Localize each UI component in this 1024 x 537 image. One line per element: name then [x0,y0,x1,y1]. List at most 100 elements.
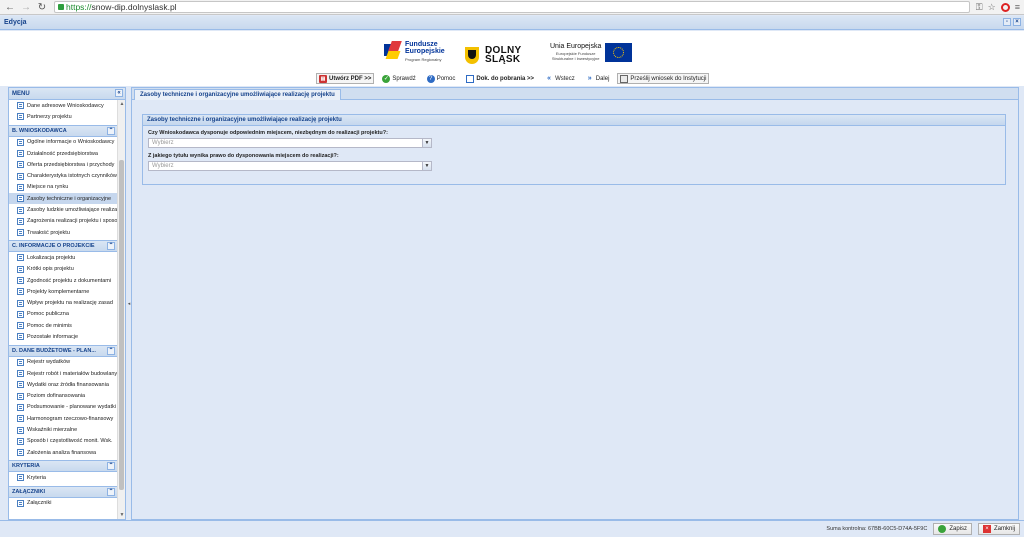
sidebar-item[interactable]: Projekty komplementarne [9,286,117,297]
splitter-arrow-icon[interactable]: ◂ [128,301,131,307]
form-fieldset: Zasoby techniczne i organizacyjne umożli… [142,114,1006,185]
sidebar-scrollbar[interactable]: ▲ ▼ [117,100,125,519]
sidebar-section-header[interactable]: KRYTERIA ⌃ [9,460,117,473]
browser-toolbar: ← → ↻ https://snow-dip.dolnyslask.pl ⚿ ☆… [0,0,1024,15]
tab-zasoby-techniczne[interactable]: Zasoby techniczne i organizacyjne umożli… [134,89,341,100]
scroll-up-icon[interactable]: ▲ [118,100,125,108]
sidebar-item[interactable]: Zagrożenia realizacji projektu i sposoby [9,216,117,227]
sidebar-section-header[interactable]: C. INFORMACJE O PROJEKCIE ⌃ [9,240,117,253]
sidebar-section-header[interactable]: D. DANE BUDŻETOWE - PLAN... ⌃ [9,344,117,357]
menu-icon[interactable]: ≡ [1015,2,1020,12]
form-page-icon [17,499,24,507]
sidebar-item[interactable]: Zasoby techniczne i organizacyjne [9,193,117,205]
back-button[interactable]: « Wstecz [542,73,578,84]
key-icon[interactable]: ⚿ [976,2,983,13]
collapse-section-icon[interactable]: ⌃ [107,487,115,496]
scroll-thumb[interactable] [119,160,124,490]
help-button[interactable]: ? Pomoc [424,73,459,84]
sidebar-item[interactable]: Sposób i częstotliwość monit. Wsk. [9,436,117,447]
form-page-icon [17,254,24,262]
sidebar-item[interactable]: Ogólne informacje o Wnioskodawcy [9,137,117,148]
question-1-select[interactable]: Wybierz ▼ [148,138,432,148]
sidebar-item-label: Założenia analiza finansowa [27,449,97,456]
sidebar-item[interactable]: Podsumowanie - planowane wydatki [9,402,117,413]
question-2-select[interactable]: Wybierz ▼ [148,161,432,171]
unia-europejska-logo: Unia Europejska Europejskie Fundusze Str… [550,43,640,67]
scroll-down-icon[interactable]: ▼ [118,511,125,519]
opera-icon[interactable] [1000,2,1010,12]
sidebar-item[interactable]: Trwałość projektu [9,227,117,238]
sidebar-section-title: D. DANE BUDŻETOWE - PLAN... [12,347,96,354]
sidebar-item[interactable]: Pozostałe informacje [9,331,117,342]
collapse-section-icon[interactable]: ⌃ [107,126,115,135]
forward-arrow-icon[interactable]: → [20,1,32,13]
save-label: Zapisz [949,526,967,532]
sidebar-item[interactable]: Dane adresowe Wnioskodawcy [9,100,117,111]
url-scheme: https:// [66,2,92,12]
sidebar-item-label: Poziom dofinansowania [27,393,86,400]
close-button[interactable]: × Zamknij [977,523,1020,535]
fe-sub: Program Regionalny [405,57,442,62]
send-application-button[interactable]: Prześlij wniosek do Instytucji [617,73,710,84]
sidebar-item[interactable]: Zgodność projektu z dokumentami [9,275,117,286]
sidebar-item[interactable]: Załączniki [9,498,117,509]
sidebar-item[interactable]: Miejsce na rynku [9,182,117,193]
sidebar-item[interactable]: Partnerzy projektu [9,111,117,122]
sidebar-item[interactable]: Oferta przedsiębiorstwa i przychody [9,159,117,170]
sidebar-item[interactable]: Poziom dofinansowania [9,391,117,402]
collapse-sidebar-icon[interactable]: « [115,89,123,97]
save-button[interactable]: Zapisz [933,523,972,535]
sidebar-item[interactable]: Rejestr wydatków [9,357,117,368]
sidebar-item-label: Oferta przedsiębiorstwa i przychody [27,161,115,168]
sidebar-item[interactable]: Wpływ projektu na realizację zasad [9,297,117,308]
collapse-section-icon[interactable]: ⌃ [107,242,115,251]
sidebar-item[interactable]: Pomoc de minimis [9,320,117,331]
dolny-slask-logo: DOLNY ŚLĄSK [465,43,540,67]
chevron-down-icon[interactable]: ▼ [422,162,431,170]
fe-mark-icon [384,41,402,63]
next-button[interactable]: » Dalej [583,73,613,84]
sidebar-item-label: Trwałość projektu [27,229,70,236]
documents-button[interactable]: Dok. do pobrania >> [463,73,537,84]
sidebar-item[interactable]: Pomoc publiczna [9,309,117,320]
check-button[interactable]: ✓ Sprawdź [379,73,418,84]
fundusze-europejskie-logo: Fundusze Europejskie Program Regionalny [384,41,454,66]
help-icon: ? [426,74,435,83]
collapse-section-icon[interactable]: ⌃ [107,346,115,355]
question-2-label: Z jakiego tytułu wynika prawo do dyspono… [148,153,339,159]
eu-title: Unia Europejska [550,43,602,50]
chevron-down-icon[interactable]: ▼ [422,139,431,147]
sidebar-section-header[interactable]: ZAŁĄCZNIKI ⌃ [9,485,117,498]
sidebar-item-label: Rejestr wydatków [27,359,71,366]
sidebar-item[interactable]: Harmonogram rzeczowo-finansowy [9,413,117,424]
star-icon[interactable]: ☆ [988,2,996,13]
next-label: Dalej [595,75,610,82]
window-title: Edycja [4,19,27,26]
close-window-icon[interactable]: × [1013,18,1021,26]
form-page-icon [17,370,24,378]
form-page-icon [17,138,24,146]
fe-line1: Fundusze [405,41,438,48]
sidebar-item-label: Zasoby ludzkie umożliwiające realizację [27,207,117,214]
sidebar-item[interactable]: Zasoby ludzkie umożliwiające realizację [9,204,117,215]
sidebar-item[interactable]: Wydatki oraz źródła finansowania [9,379,117,390]
sidebar-item[interactable]: Kryteria [9,472,117,483]
restore-icon[interactable]: ▫ [1003,18,1011,26]
create-pdf-button[interactable]: ▤ Utwórz PDF >> [316,73,375,84]
sidebar-item[interactable]: Działalność przedsiębiorstwa [9,148,117,159]
form-page-icon [17,217,24,225]
sidebar-item[interactable]: Krótki opis projektu [9,264,117,275]
address-bar[interactable]: https://snow-dip.dolnyslask.pl [54,1,970,13]
collapse-section-icon[interactable]: ⌃ [107,462,115,471]
sidebar-item[interactable]: Lokalizacja projektu [9,252,117,263]
url-host: snow-dip.dolnyslask.pl [91,2,177,12]
lock-icon [58,4,64,10]
ds-line2: ŚLĄSK [485,54,521,65]
sidebar-item[interactable]: Charakterystyka istotnych czynników [9,170,117,181]
sidebar-item[interactable]: Założenia analiza finansowa [9,447,117,458]
reload-icon[interactable]: ↻ [36,1,48,13]
back-arrow-icon[interactable]: ← [4,1,16,13]
sidebar-section-header[interactable]: B. WNIOSKODAWCA ⌃ [9,124,117,137]
sidebar-item[interactable]: Wskaźniki mierzalne [9,424,117,435]
sidebar-item[interactable]: Rejestr robót i materiałów budowlanych [9,368,117,379]
